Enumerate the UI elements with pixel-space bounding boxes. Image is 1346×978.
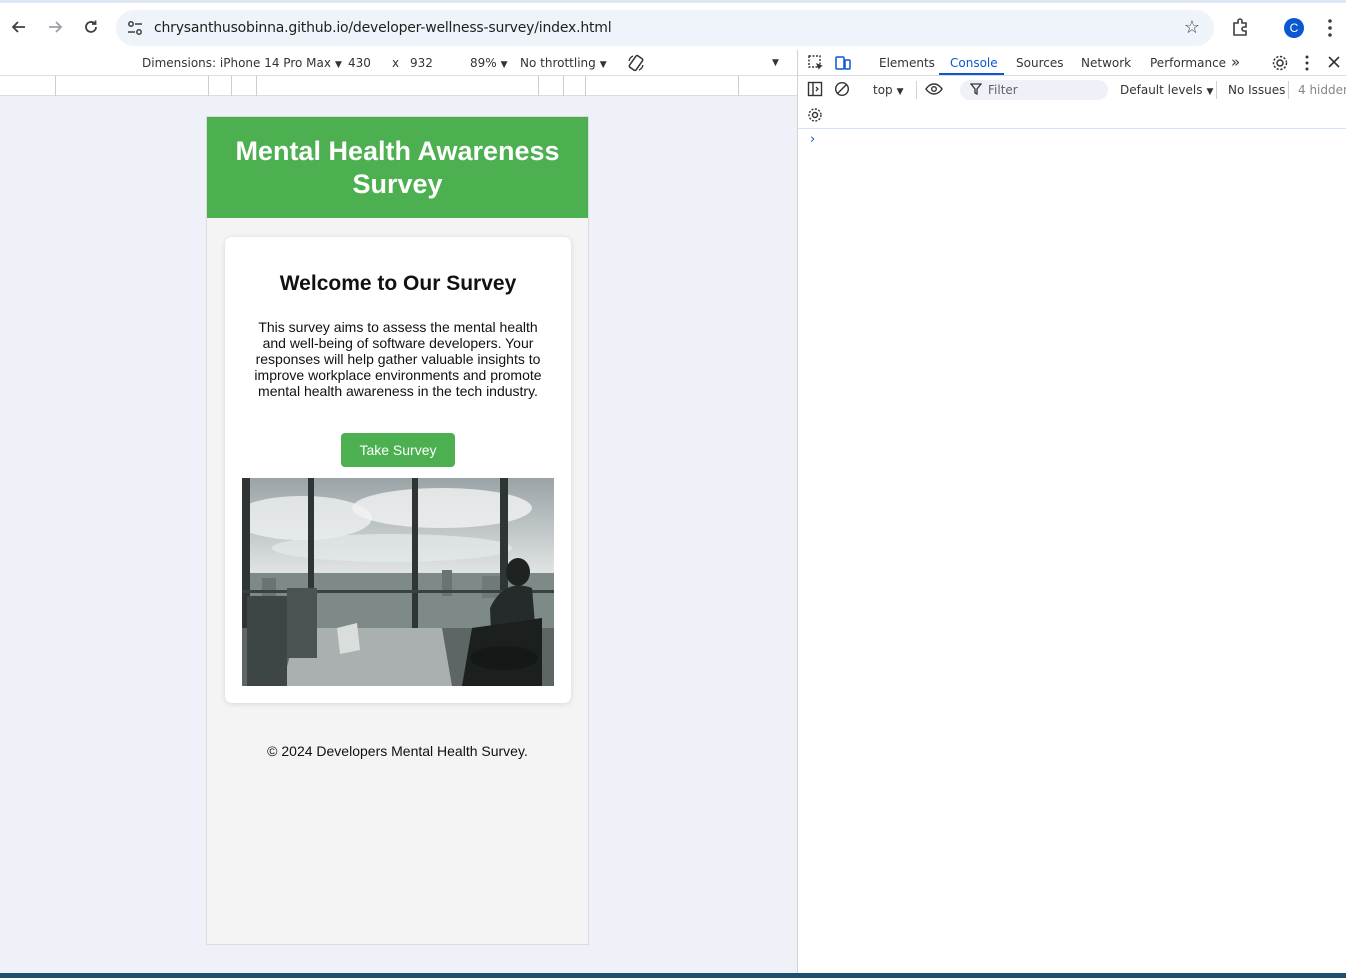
extensions-icon[interactable] xyxy=(1230,17,1250,42)
console-prompt[interactable]: › xyxy=(810,132,815,147)
divider xyxy=(1216,81,1217,99)
address-bar[interactable]: chrysanthusobinna.github.io/developer-we… xyxy=(116,10,1214,46)
device-toolbar: Dimensions: iPhone 14 Pro Max ▼ 430 x 932… xyxy=(0,50,797,76)
welcome-card: Welcome to Our Survey This survey aims t… xyxy=(225,237,571,703)
console-settings-row xyxy=(798,103,1346,129)
eye-icon[interactable] xyxy=(925,81,943,100)
dimension-separator: x xyxy=(392,56,400,70)
sidebar-toggle-icon[interactable] xyxy=(807,81,823,100)
devtools-settings-icon[interactable] xyxy=(1271,54,1289,75)
bookmark-star-icon[interactable]: ☆ xyxy=(1184,17,1200,38)
issues-count[interactable]: No Issues xyxy=(1228,83,1285,97)
forward-icon[interactable] xyxy=(44,16,66,38)
page-title: Mental Health Awareness Survey xyxy=(235,135,560,199)
divider xyxy=(916,81,917,99)
console-toolbar: top ▼ Filter Default levels ▼ No Issues 4 … xyxy=(798,77,1346,103)
rotate-icon[interactable] xyxy=(626,53,646,76)
chevron-down-icon: ▼ xyxy=(599,60,607,70)
reload-icon[interactable] xyxy=(80,16,102,38)
console-settings-icon[interactable] xyxy=(807,107,823,126)
take-survey-button[interactable]: Take Survey xyxy=(341,433,455,467)
tab-network[interactable]: Network xyxy=(1081,56,1131,70)
context-select[interactable]: top ▼ xyxy=(873,83,904,97)
chevron-down-icon: ▼ xyxy=(896,87,904,97)
chevron-down-icon: ▼ xyxy=(1206,87,1214,97)
devtools-menu-icon[interactable] xyxy=(1300,54,1314,75)
clear-console-icon[interactable] xyxy=(834,81,850,100)
browser-menu-icon[interactable] xyxy=(1320,17,1340,39)
emulated-page: Mental Health Awareness Survey Welcome t… xyxy=(206,116,589,945)
more-tabs-icon[interactable]: » xyxy=(1231,53,1240,71)
tab-performance[interactable]: Performance xyxy=(1150,56,1226,70)
device-height-input[interactable]: 932 xyxy=(410,56,433,70)
close-icon[interactable] xyxy=(1327,55,1341,72)
url-text: chrysanthusobinna.github.io/developer-we… xyxy=(154,20,612,36)
profile-avatar[interactable]: C xyxy=(1284,18,1304,38)
device-viewport: Mental Health Awareness Survey Welcome t… xyxy=(0,96,797,973)
back-icon[interactable] xyxy=(8,16,30,38)
chevron-down-icon: ▼ xyxy=(334,60,342,70)
tab-console[interactable]: Console xyxy=(950,56,998,70)
devtools-panel: Elements Console Sources Network Perform… xyxy=(797,50,1346,973)
divider xyxy=(1288,81,1289,99)
zoom-select[interactable]: 89% ▼ xyxy=(470,56,508,70)
filter-icon xyxy=(969,82,983,99)
tab-elements[interactable]: Elements xyxy=(879,56,935,70)
console-filter-input[interactable]: Filter xyxy=(960,80,1108,100)
welcome-heading: Welcome to Our Survey xyxy=(279,272,517,295)
site-settings-icon[interactable] xyxy=(126,19,144,37)
device-toggle-icon[interactable] xyxy=(834,54,852,75)
intro-text: This survey aims to assess the mental he… xyxy=(254,319,542,399)
chevron-down-icon: ▼ xyxy=(500,60,508,70)
device-dimensions-select[interactable]: Dimensions: iPhone 14 Pro Max ▼ xyxy=(142,56,342,70)
taskbar-edge xyxy=(0,973,1346,978)
site-header: Mental Health Awareness Survey xyxy=(207,117,588,218)
office-photo xyxy=(242,478,554,686)
inspect-element-icon[interactable] xyxy=(807,54,825,75)
media-query-ruler xyxy=(0,76,797,96)
devtools-tab-bar: Elements Console Sources Network Perform… xyxy=(798,50,1346,76)
log-levels-select[interactable]: Default levels ▼ xyxy=(1120,83,1213,97)
browser-toolbar: chrysanthusobinna.github.io/developer-we… xyxy=(0,0,1346,50)
throttling-select[interactable]: No throttling ▼ xyxy=(520,56,607,70)
active-tab-indicator xyxy=(939,73,1004,75)
page-footer: © 2024 Developers Mental Health Survey. xyxy=(267,743,528,759)
more-options-icon[interactable]: ▼ xyxy=(772,58,779,68)
hidden-count: 4 hidden xyxy=(1298,83,1346,97)
device-width-input[interactable]: 430 xyxy=(348,56,371,70)
tab-sources[interactable]: Sources xyxy=(1016,56,1063,70)
